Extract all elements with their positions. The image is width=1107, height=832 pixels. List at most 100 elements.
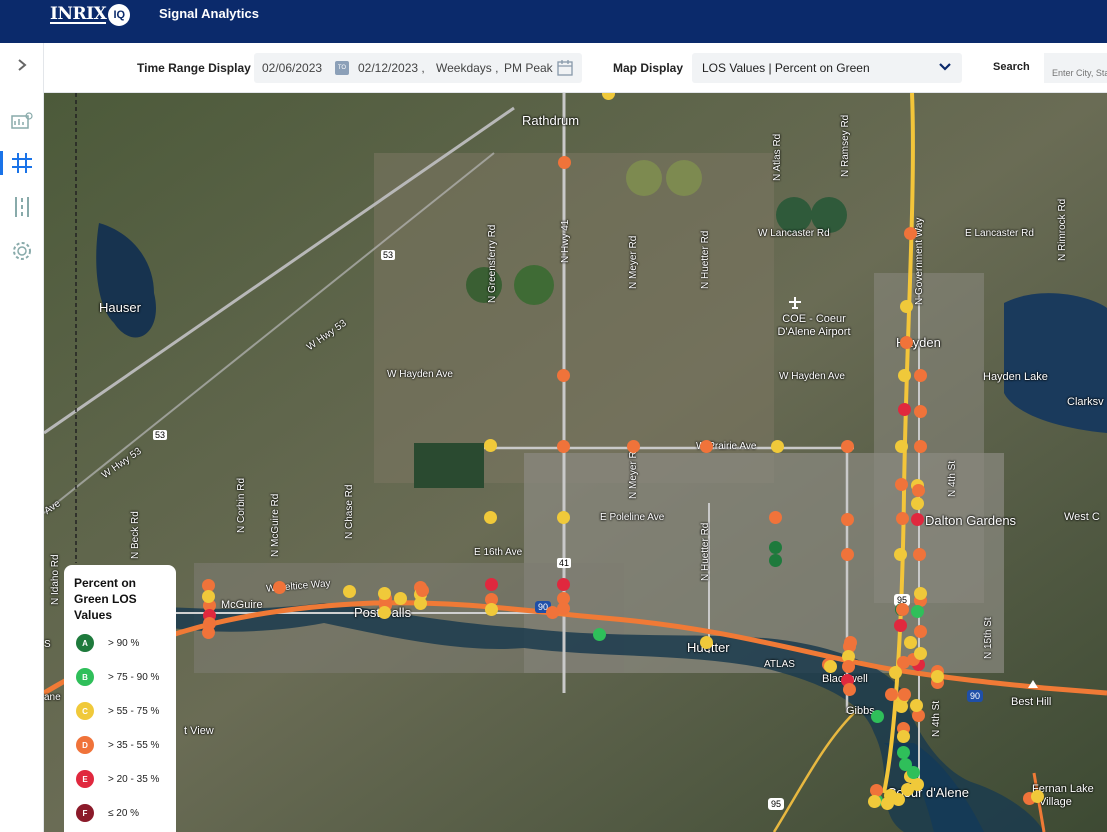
signal-marker[interactable] bbox=[841, 513, 854, 526]
signal-marker[interactable] bbox=[889, 666, 902, 679]
signal-marker[interactable] bbox=[897, 746, 910, 759]
map-label-west-c: West C bbox=[1064, 511, 1100, 523]
signal-marker[interactable] bbox=[202, 626, 215, 639]
signal-marker[interactable] bbox=[557, 578, 570, 591]
road-label-n-meyer-rd-south: N Meyer Rd bbox=[628, 445, 639, 499]
dashboard-nav-button[interactable] bbox=[8, 107, 36, 135]
signal-marker[interactable] bbox=[914, 369, 927, 382]
signal-marker[interactable] bbox=[868, 795, 881, 808]
settings-nav-button[interactable] bbox=[8, 237, 36, 265]
signal-marker[interactable] bbox=[914, 587, 927, 600]
logo-text: INRIX bbox=[50, 4, 107, 24]
signal-marker[interactable] bbox=[273, 581, 286, 594]
signal-marker[interactable] bbox=[910, 699, 923, 712]
signal-marker[interactable] bbox=[484, 511, 497, 524]
intersection-icon bbox=[12, 153, 32, 173]
signal-marker[interactable] bbox=[484, 439, 497, 452]
road-label-n-chase-rd: N Chase Rd bbox=[344, 484, 355, 539]
logo-badge: IQ bbox=[108, 4, 131, 26]
signal-marker[interactable] bbox=[898, 688, 911, 701]
signal-marker[interactable] bbox=[897, 730, 910, 743]
signal-marker[interactable] bbox=[907, 766, 920, 779]
period-filter: PM Peak bbox=[504, 61, 553, 75]
map-label-best-hill: Best Hill bbox=[1011, 696, 1052, 708]
signal-marker[interactable] bbox=[841, 440, 854, 453]
expand-sidebar-button[interactable] bbox=[8, 51, 36, 79]
signal-marker[interactable] bbox=[912, 484, 925, 497]
signal-marker[interactable] bbox=[414, 597, 427, 610]
signal-marker[interactable] bbox=[343, 585, 356, 598]
signal-marker[interactable] bbox=[900, 300, 913, 313]
signal-marker[interactable] bbox=[557, 369, 570, 382]
signal-marker[interactable] bbox=[913, 548, 926, 561]
road-label-n-idaho-rd: N Idaho Rd bbox=[50, 554, 61, 605]
road-label-w-hayden-ave: W Hayden Ave bbox=[387, 369, 453, 380]
hwy-53-shield-south: 53 bbox=[153, 430, 168, 440]
signal-marker[interactable] bbox=[914, 647, 927, 660]
signal-marker[interactable] bbox=[485, 578, 498, 591]
map-label-hayden-lake: Hayden Lake bbox=[983, 371, 1048, 383]
signal-marker[interactable] bbox=[896, 512, 909, 525]
legend-grade-badge: C bbox=[76, 702, 94, 720]
signal-marker[interactable] bbox=[896, 603, 909, 616]
signal-marker[interactable] bbox=[771, 440, 784, 453]
signal-marker[interactable] bbox=[546, 606, 559, 619]
signal-marker[interactable] bbox=[885, 688, 898, 701]
signal-marker[interactable] bbox=[841, 548, 854, 561]
signal-marker[interactable] bbox=[557, 511, 570, 524]
signal-marker[interactable] bbox=[700, 636, 713, 649]
signal-marker[interactable] bbox=[558, 156, 571, 169]
legend-grade-label: > 20 - 35 % bbox=[108, 773, 160, 785]
search-input[interactable] bbox=[1044, 53, 1107, 83]
signal-marker[interactable] bbox=[895, 700, 908, 713]
signal-marker[interactable] bbox=[844, 636, 857, 649]
signal-marker[interactable] bbox=[914, 405, 927, 418]
time-range-picker[interactable]: 02/06/2023 TO 02/12/2023 , Weekdays , PM… bbox=[254, 53, 582, 83]
signal-marker[interactable] bbox=[900, 336, 913, 349]
signal-marker[interactable] bbox=[894, 619, 907, 632]
road-label-n-atlas-rd: N Atlas Rd bbox=[772, 133, 783, 181]
calendar-icon[interactable] bbox=[557, 59, 573, 76]
signal-marker[interactable] bbox=[557, 440, 570, 453]
signal-marker[interactable] bbox=[824, 660, 837, 673]
signal-marker[interactable] bbox=[904, 227, 917, 240]
signal-marker[interactable] bbox=[931, 670, 944, 683]
signal-marker[interactable] bbox=[1031, 790, 1044, 803]
road-label-n-huetter-rd: N Huetter Rd bbox=[700, 230, 711, 289]
signal-marker[interactable] bbox=[769, 554, 782, 567]
signal-marker[interactable] bbox=[202, 590, 215, 603]
signal-marker[interactable] bbox=[898, 369, 911, 382]
signal-marker[interactable] bbox=[378, 606, 391, 619]
road-label-w-lancaster: W Lancaster Rd bbox=[758, 228, 830, 239]
signal-marker[interactable] bbox=[911, 605, 924, 618]
signal-marker[interactable] bbox=[895, 440, 908, 453]
signal-marker[interactable] bbox=[416, 584, 429, 597]
inrix-iq-logo[interactable]: INRIX IQ bbox=[50, 4, 131, 26]
signal-marker[interactable] bbox=[895, 478, 908, 491]
signal-marker[interactable] bbox=[914, 625, 927, 638]
signal-marker[interactable] bbox=[843, 683, 856, 696]
map-display-select[interactable]: LOS Values | Percent on Green bbox=[692, 53, 962, 83]
signal-marker[interactable] bbox=[871, 710, 884, 723]
signal-marker[interactable] bbox=[894, 548, 907, 561]
signal-marker[interactable] bbox=[700, 440, 713, 453]
signal-marker[interactable] bbox=[485, 603, 498, 616]
signal-marker[interactable] bbox=[914, 440, 927, 453]
signal-marker[interactable] bbox=[901, 783, 914, 796]
signal-marker[interactable] bbox=[769, 511, 782, 524]
signal-marker[interactable] bbox=[769, 541, 782, 554]
signal-marker[interactable] bbox=[842, 660, 855, 673]
signal-marker[interactable] bbox=[884, 789, 897, 802]
signal-marker[interactable] bbox=[911, 513, 924, 526]
map-canvas[interactable]: Rathdrum Hauser Hayden Hayden Lake Clark… bbox=[44, 93, 1107, 832]
signal-marker[interactable] bbox=[593, 628, 606, 641]
signal-marker[interactable] bbox=[904, 636, 917, 649]
road-label-n-15th-st: N 15th St bbox=[983, 617, 994, 659]
signal-marker[interactable] bbox=[627, 440, 640, 453]
signal-marker[interactable] bbox=[898, 403, 911, 416]
signal-marker[interactable] bbox=[378, 587, 391, 600]
signal-marker[interactable] bbox=[394, 592, 407, 605]
signal-marker[interactable] bbox=[911, 497, 924, 510]
signals-map-nav-button[interactable] bbox=[8, 149, 36, 177]
corridor-nav-button[interactable] bbox=[8, 193, 36, 221]
